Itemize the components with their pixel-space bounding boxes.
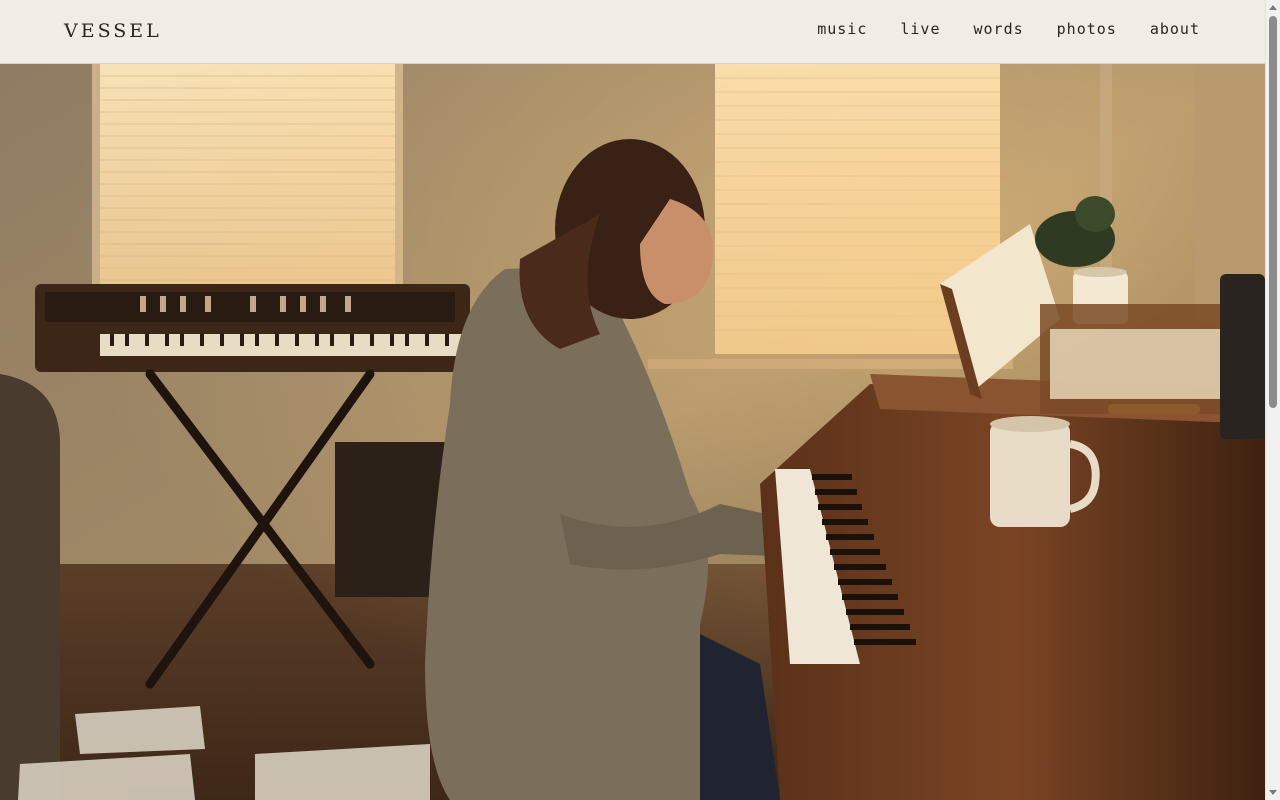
nav-link-photos[interactable]: photos (1057, 20, 1117, 38)
site-logo[interactable]: VESSEL (64, 20, 162, 42)
nav-link-words[interactable]: words (974, 20, 1024, 38)
nav-link-music[interactable]: music (817, 20, 867, 38)
nav-link-about[interactable]: about (1150, 20, 1200, 38)
hero-photo-illustration (0, 64, 1265, 800)
nav-link-live[interactable]: live (900, 20, 940, 38)
scroll-down-icon[interactable] (1269, 790, 1277, 795)
scroll-thumb[interactable] (1269, 16, 1277, 408)
scroll-up-icon[interactable] (1269, 5, 1277, 10)
scrollbar[interactable] (1265, 0, 1280, 800)
speaker (1220, 274, 1265, 439)
main-nav: music live words photos about (817, 20, 1200, 38)
site-header: VESSEL music live words photos about (0, 0, 1265, 64)
armchair (0, 374, 60, 800)
hero-image (0, 64, 1265, 800)
